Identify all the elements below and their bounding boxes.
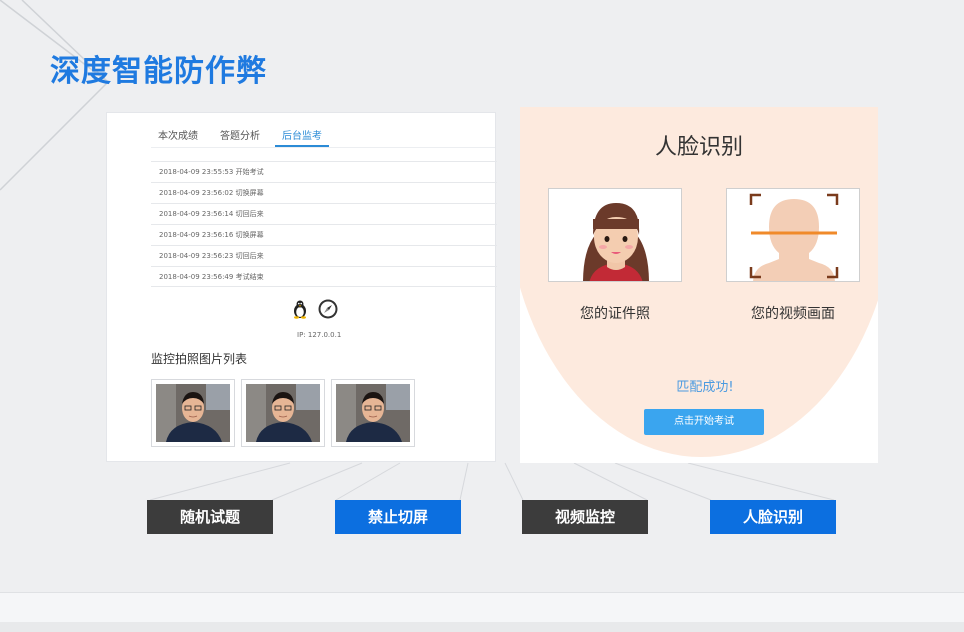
log-row: 2018-04-09 23:56:14 切回后来	[151, 203, 497, 224]
webcam-photo	[156, 384, 230, 442]
webcam-photo	[336, 384, 410, 442]
monitor-photo[interactable]	[151, 379, 235, 447]
video-frame	[726, 188, 860, 282]
start-exam-button[interactable]: 点击开始考试	[644, 409, 764, 435]
tab-analysis[interactable]: 答题分析	[213, 123, 267, 147]
tab-bar: 本次成绩 答题分析 后台监考	[151, 123, 337, 147]
ip-address: IP: 127.0.0.1	[297, 331, 342, 339]
photo-list-title: 监控拍照图片列表	[151, 352, 248, 366]
event-log-list: 2018-04-09 23:55:53 开始考试 2018-04-09 23:5…	[151, 161, 497, 287]
page-title: 深度智能防作弊	[50, 54, 267, 89]
webcam-photo	[246, 384, 320, 442]
log-row: 2018-04-09 23:56:16 切换屏幕	[151, 224, 497, 245]
log-row: 2018-04-09 23:56:49 考试结束	[151, 266, 497, 287]
tab-score[interactable]: 本次成绩	[151, 123, 205, 147]
monitoring-panel: 本次成绩 答题分析 后台监考 2018-04-09 23:55:53 开始考试 …	[106, 112, 497, 462]
feature-video-monitoring: 视频监控	[522, 500, 648, 534]
video-face-placeholder	[727, 189, 859, 281]
log-row: 2018-04-09 23:56:23 切回后来	[151, 245, 497, 266]
compass-icon	[318, 299, 338, 319]
id-photo-caption: 您的证件照	[580, 306, 650, 322]
feature-random-questions: 随机试题	[147, 500, 273, 534]
id-photo-illustration	[549, 189, 681, 281]
client-info-icons	[290, 299, 338, 319]
feature-no-screen-switch: 禁止切屏	[335, 500, 461, 534]
video-caption: 您的视频画面	[751, 306, 835, 322]
match-status: 匹配成功!	[676, 380, 734, 395]
id-photo-frame	[548, 188, 682, 282]
monitor-photo[interactable]	[331, 379, 415, 447]
log-row: 2018-04-09 23:56:02 切换屏幕	[151, 182, 497, 203]
feature-face-recognition: 人脸识别	[710, 500, 836, 534]
face-recognition-title: 人脸识别	[654, 135, 743, 160]
face-recognition-panel: 人脸识别 您的证件照 您的视频画面 匹配成功! 点击开始考试	[520, 107, 878, 463]
footer-edge	[0, 622, 964, 632]
linux-icon	[294, 300, 306, 319]
log-row: 2018-04-09 23:55:53 开始考试	[151, 161, 497, 182]
tab-divider	[151, 147, 495, 148]
monitor-photo[interactable]	[241, 379, 325, 447]
tab-monitoring[interactable]: 后台监考	[275, 123, 329, 147]
monitor-photo-list	[151, 379, 415, 447]
